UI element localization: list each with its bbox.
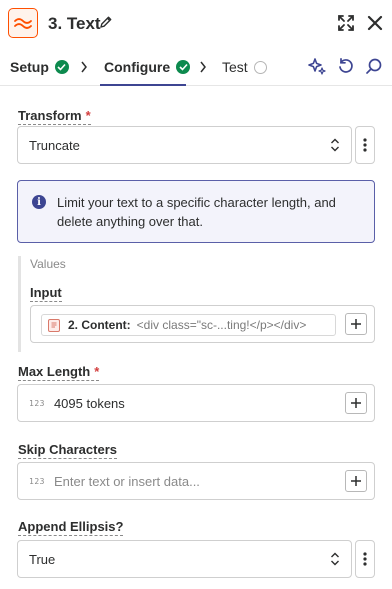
required-mark: * [85, 108, 91, 123]
step-tabs: Setup Configure Test [0, 48, 392, 86]
pill-value: <div class="sc-...ting!</p></div> [136, 318, 307, 332]
max-length-value: 4095 tokens [53, 395, 125, 411]
tab-label: Configure [104, 59, 171, 75]
step-title: 3. Text [48, 14, 101, 33]
check-circle-icon [54, 60, 69, 74]
number-type-icon: 123 [29, 398, 45, 408]
append-ellipsis-more-button[interactable] [355, 540, 375, 578]
required-mark: * [94, 364, 100, 379]
kebab-icon [363, 552, 367, 566]
append-ellipsis-label: Append Ellipsis? [18, 519, 124, 536]
append-ellipsis-select[interactable]: True [17, 540, 352, 578]
chevron-up-down-icon [329, 552, 341, 566]
mapped-field-pill[interactable]: 2. Content: <div class="sc-...ting!</p><… [41, 314, 336, 336]
step-app-icon [48, 318, 60, 332]
values-title: Values [30, 257, 66, 271]
tab-label: Test [222, 59, 248, 75]
transform-more-button[interactable] [355, 126, 375, 164]
append-ellipsis-value: True [29, 551, 56, 567]
info-icon: i [32, 195, 46, 209]
input-field[interactable]: 2. Content: <div class="sc-...ting!</p><… [30, 305, 375, 343]
skip-characters-field[interactable]: 123 Enter text or insert data... [17, 462, 375, 500]
sparkle-icon[interactable] [308, 57, 326, 75]
max-length-label: Max Length * [18, 364, 100, 381]
chevron-up-down-icon [329, 138, 341, 152]
tab-label: Setup [10, 59, 49, 75]
tab-configure[interactable]: Configure [104, 48, 191, 86]
info-text: Limit your text to a specific character … [57, 195, 336, 229]
app-logo-icon [8, 8, 38, 38]
transform-label-text: Transform [18, 108, 82, 123]
refresh-icon[interactable] [337, 57, 355, 75]
transform-value: Truncate [29, 137, 80, 153]
transform-select[interactable]: Truncate [17, 126, 352, 164]
step-header: 3. Text [0, 0, 392, 48]
check-circle-icon [176, 60, 191, 74]
input-label: Input [30, 285, 62, 302]
plus-icon [351, 398, 361, 408]
kebab-icon [363, 138, 367, 152]
insert-data-button[interactable] [345, 392, 367, 414]
plus-icon [351, 476, 361, 486]
pending-circle-icon [253, 60, 267, 74]
max-length-label-text: Max Length [18, 364, 91, 379]
active-tab-indicator [100, 84, 186, 86]
skip-characters-placeholder: Enter text or insert data... [53, 473, 200, 489]
max-length-field[interactable]: 123 4095 tokens [17, 384, 375, 422]
chevron-right-icon [80, 60, 90, 74]
insert-data-button[interactable] [345, 313, 367, 335]
tab-test[interactable]: Test [222, 48, 267, 86]
plus-icon [351, 319, 361, 329]
close-icon[interactable] [366, 14, 384, 32]
pencil-icon[interactable] [99, 15, 115, 31]
expand-icon[interactable] [337, 14, 355, 32]
values-group-rail [18, 256, 21, 352]
transform-label: Transform * [18, 108, 91, 125]
pill-label: 2. Content: [68, 318, 131, 332]
tab-setup[interactable]: Setup [10, 48, 69, 86]
search-icon[interactable] [365, 57, 383, 75]
chevron-right-icon [199, 60, 209, 74]
info-banner: i Limit your text to a specific characte… [17, 180, 375, 243]
skip-characters-label: Skip Characters [18, 442, 117, 459]
insert-data-button[interactable] [345, 470, 367, 492]
number-type-icon: 123 [29, 476, 45, 486]
